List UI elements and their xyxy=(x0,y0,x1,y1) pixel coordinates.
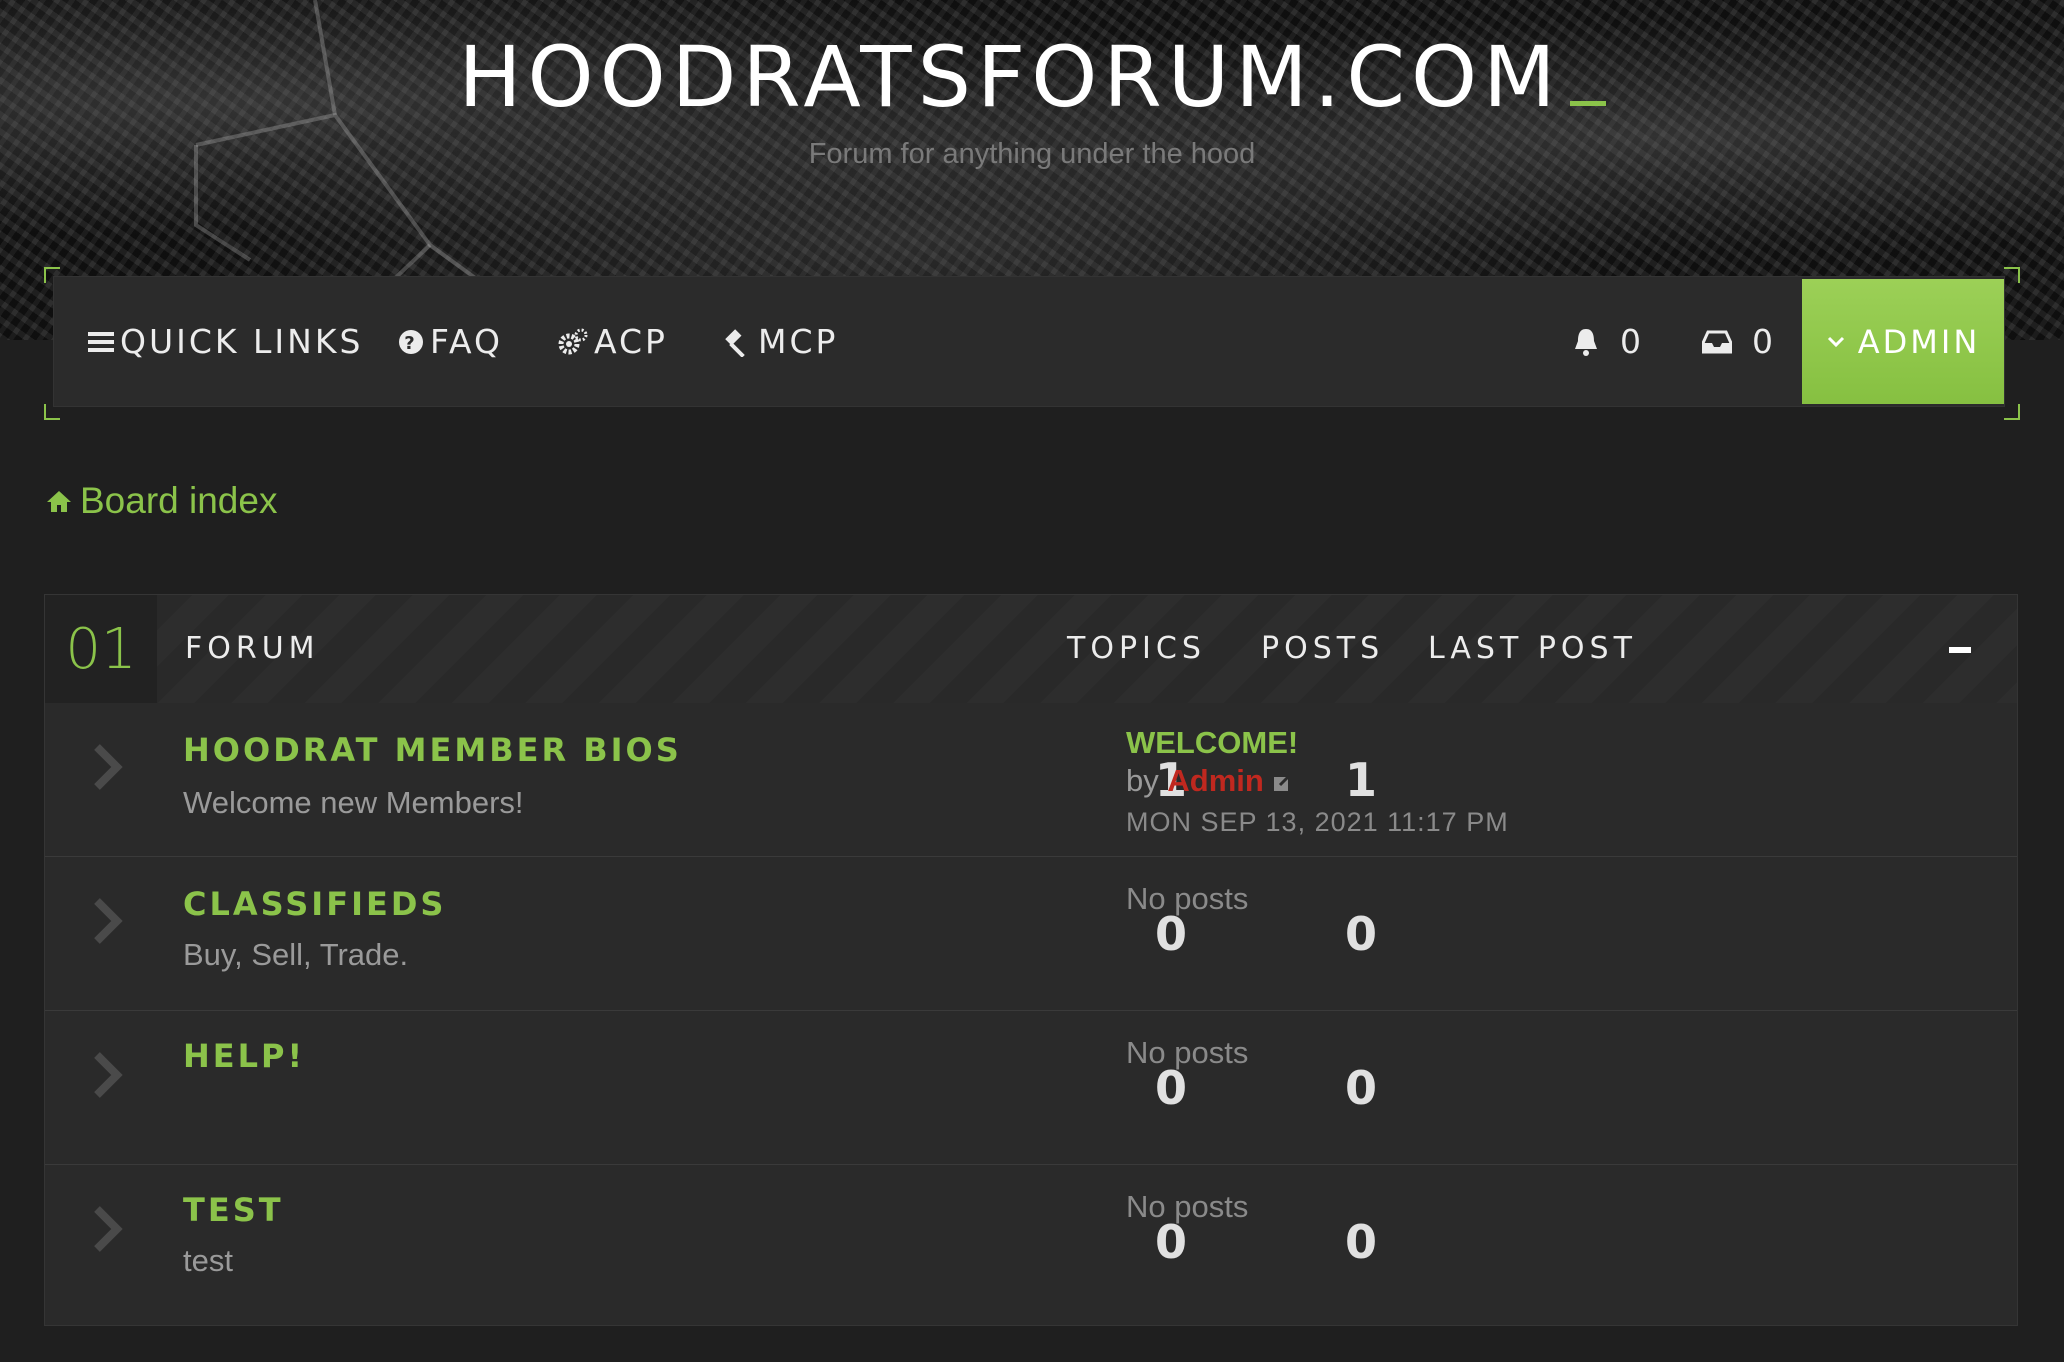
acp-label: ACP xyxy=(594,322,668,361)
quick-links-label: QUICK LINKS xyxy=(120,322,364,361)
collapse-icon[interactable] xyxy=(1949,647,1971,653)
notifications-button[interactable]: 0 xyxy=(1572,277,1644,406)
forum-title[interactable]: CLASSIFIEDS xyxy=(183,885,446,923)
forum-arrow-icon xyxy=(94,744,123,790)
column-forum: FORUM xyxy=(185,631,320,666)
user-menu-button[interactable]: ADMIN xyxy=(1802,279,2004,404)
forum-title[interactable]: TEST xyxy=(183,1191,284,1229)
mcp-label: MCP xyxy=(758,322,839,361)
corner-decoration xyxy=(2004,267,2020,283)
corner-decoration xyxy=(44,404,60,420)
forum-arrow-icon xyxy=(94,898,123,944)
last-post-none: No posts xyxy=(1126,1035,1249,1070)
svg-text:?: ? xyxy=(404,333,417,354)
column-posts: POSTS xyxy=(1261,631,1385,666)
site-description: Forum for anything under the hood xyxy=(808,138,1256,170)
forum-description: Buy, Sell, Trade. xyxy=(183,937,409,972)
messages-button[interactable]: 0 xyxy=(1702,277,1776,406)
home-icon xyxy=(47,491,71,512)
acp-link[interactable]: ACP xyxy=(558,277,668,406)
chevron-down-icon xyxy=(1827,336,1844,347)
messages-count: 0 xyxy=(1752,322,1776,361)
last-post-none: No posts xyxy=(1126,1189,1249,1224)
forum-arrow-icon xyxy=(94,1206,123,1252)
last-post-none: No posts xyxy=(1126,881,1249,916)
forum-title[interactable]: HOODRAT MEMBER BIOS xyxy=(183,731,682,769)
notifications-count: 0 xyxy=(1620,322,1644,361)
posts-count: 0 xyxy=(1344,1061,1377,1115)
forum-row: HOODRAT MEMBER BIOS Welcome new Members!… xyxy=(45,703,2017,855)
last-post-by: by xyxy=(1126,763,1159,798)
user-menu-label: ADMIN xyxy=(1857,322,1981,361)
question-icon: ? xyxy=(399,329,423,354)
breadcrumb-board-index[interactable]: Board index xyxy=(46,480,277,522)
last-post-author[interactable]: Admin xyxy=(1167,763,1263,798)
mcp-link[interactable]: MCP xyxy=(722,277,838,406)
posts-count: 0 xyxy=(1344,1215,1377,1269)
forum-row: TEST test 0 0 No posts xyxy=(45,1164,2017,1325)
forum-row: CLASSIFIEDS Buy, Sell, Trade. 0 0 No pos… xyxy=(45,856,2017,1011)
posts-count: 1 xyxy=(1344,753,1377,807)
corner-decoration xyxy=(44,267,60,283)
forum-header: 01 FORUM TOPICS POSTS LAST POST xyxy=(45,595,2017,703)
site-title[interactable]: HOODRATSFORUM.COM xyxy=(0,28,2064,126)
menu-icon xyxy=(88,331,114,352)
quick-links-button[interactable]: QUICK LINKS xyxy=(88,277,363,406)
forum-title[interactable]: HELP! xyxy=(183,1037,305,1075)
posts-count: 0 xyxy=(1344,907,1377,961)
forum-description: test xyxy=(183,1243,233,1278)
forum-arrow-icon xyxy=(94,1052,123,1098)
column-last-post: LAST POST xyxy=(1428,631,1637,666)
breadcrumb-label: Board index xyxy=(80,480,278,521)
bell-icon xyxy=(1575,328,1597,356)
forum-row: HELP! 0 0 No posts xyxy=(45,1010,2017,1165)
forum-category: 01 FORUM TOPICS POSTS LAST POST HOODRAT … xyxy=(44,594,2018,1326)
inbox-icon xyxy=(1702,330,1732,353)
forum-description: Welcome new Members! xyxy=(183,785,524,820)
faq-link[interactable]: ? FAQ xyxy=(398,277,503,406)
last-post-byline: by Admin xyxy=(1126,763,1292,799)
gavel-icon xyxy=(725,328,745,357)
column-topics: TOPICS xyxy=(1067,631,1206,666)
corner-decoration xyxy=(2004,404,2020,420)
category-number: 01 xyxy=(45,595,157,703)
gears-icon xyxy=(558,328,588,354)
external-link-icon[interactable] xyxy=(1272,773,1292,793)
faq-label: FAQ xyxy=(430,322,503,361)
last-post-title[interactable]: WELCOME! xyxy=(1126,725,1298,761)
last-post-date: MON SEP 13, 2021 11:17 PM xyxy=(1126,807,1509,837)
